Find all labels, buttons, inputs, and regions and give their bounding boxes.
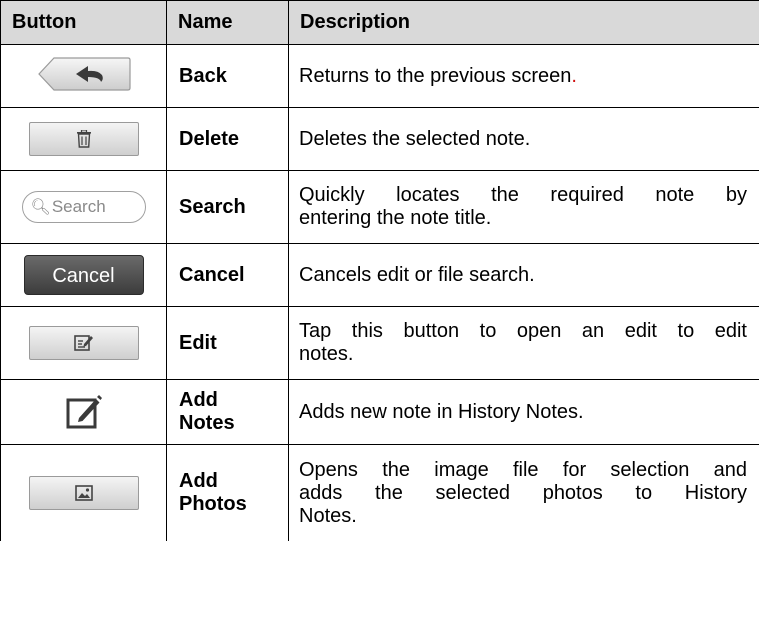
header-name: Name xyxy=(166,0,289,45)
description-cell: Tap this button to open an edit to edit n… xyxy=(288,306,759,380)
header-description: Description xyxy=(288,0,759,45)
table-row: 🔍︎Search Search Quickly locates the requ… xyxy=(0,170,759,244)
edit-button[interactable] xyxy=(28,326,139,360)
add-photos-button[interactable] xyxy=(28,476,139,510)
photo-icon xyxy=(74,485,93,501)
table-row: Delete Deletes the selected note. xyxy=(0,107,759,171)
name-cell: Search xyxy=(166,170,289,244)
add-notes-icon[interactable] xyxy=(66,395,102,429)
button-cell: Cancel xyxy=(0,243,167,307)
name-cell: Edit xyxy=(166,306,289,380)
description-cell: Opens the image file for selection and ad… xyxy=(288,444,759,541)
name-cell: Add Photos xyxy=(166,444,289,541)
table-row: Cancel Cancel Cancels edit or file searc… xyxy=(0,243,759,307)
name-cell: Delete xyxy=(166,107,289,171)
table-row: Add Notes Adds new note in History Notes. xyxy=(0,379,759,445)
button-cell xyxy=(0,379,167,445)
table-row: Edit Tap this button to open an edit to … xyxy=(0,306,759,380)
table-row: Add Photos Opens the image file for selec… xyxy=(0,444,759,541)
button-cell: 🔍︎Search xyxy=(0,170,167,244)
search-icon: 🔍︎ xyxy=(30,199,51,216)
description-cell: Quickly locates the required note by ente… xyxy=(288,170,759,244)
table-row: Back Returns to the previous screen. xyxy=(0,44,759,108)
description-cell: Deletes the selected note. xyxy=(288,107,759,171)
button-cell xyxy=(0,107,167,171)
trash-icon xyxy=(76,130,91,148)
name-cell: Add Notes xyxy=(166,379,289,445)
search-button[interactable]: 🔍︎Search xyxy=(21,191,146,223)
description-cell: Returns to the previous screen. xyxy=(288,44,759,108)
header-button: Button xyxy=(0,0,167,45)
button-cell xyxy=(0,306,167,380)
table-header-row: Button Name Description xyxy=(0,0,759,45)
name-cell: Back xyxy=(166,44,289,108)
back-button[interactable] xyxy=(36,56,132,92)
button-cell xyxy=(0,44,167,108)
cancel-button[interactable]: Cancel xyxy=(23,255,144,295)
delete-button[interactable] xyxy=(28,122,139,156)
button-reference-table: Button Name Description Back Returns to … xyxy=(0,0,759,541)
button-cell xyxy=(0,444,167,541)
description-cell: Adds new note in History Notes. xyxy=(288,379,759,445)
edit-icon xyxy=(73,335,93,351)
name-cell: Cancel xyxy=(166,243,289,307)
description-cell: Cancels edit or file search. xyxy=(288,243,759,307)
